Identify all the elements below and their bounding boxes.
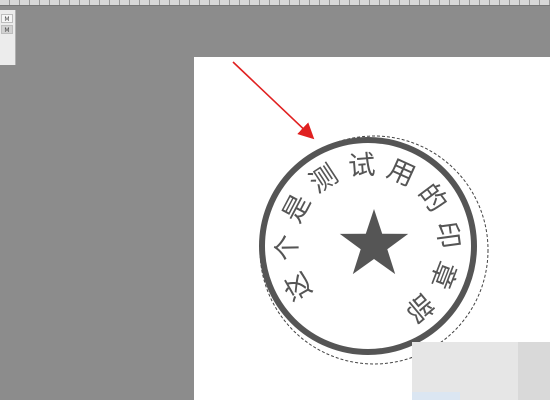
annotation-arrow — [232, 61, 315, 140]
stamp-char: 的 — [412, 178, 453, 218]
stamp-char: 个 — [272, 234, 304, 262]
stamp-char: 章 — [423, 257, 462, 293]
stamp-char: 用 — [382, 154, 419, 193]
overlay-tile — [518, 342, 550, 400]
overlay-tile — [412, 392, 460, 400]
stamp-char: 试 — [347, 150, 376, 183]
stamp-char: 测 — [304, 159, 344, 200]
stamp-char: 印 — [430, 220, 464, 251]
stamp-char: 部 — [399, 287, 440, 328]
stamp-char: 这 — [279, 267, 319, 306]
stamp-artwork: 这个是测试用的印章部 — [232, 61, 489, 365]
star-icon — [339, 209, 409, 275]
stamp-char: 是 — [277, 190, 317, 228]
